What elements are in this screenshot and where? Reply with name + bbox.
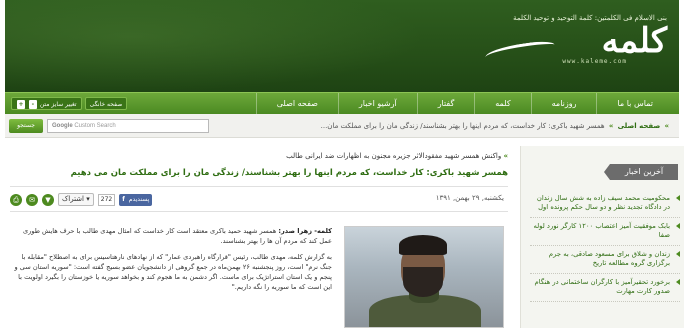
print-icon[interactable]: ⎙ bbox=[10, 193, 22, 206]
related-article-link[interactable]: » واکنش همسر شهید مفقودالاثر جزیره مجنون… bbox=[286, 152, 508, 160]
article-date: یکشنبه, ۲۹ بهمن, ۱۳۹۱ bbox=[435, 194, 504, 202]
nav-item-kaleme[interactable]: کلمه bbox=[474, 93, 530, 115]
share-tools: ⎙ ✉ ▼ اشتراک ▾ 272 f پسندیدم bbox=[10, 193, 153, 206]
nav-item-archive[interactable]: آرشیو اخبار bbox=[337, 93, 417, 115]
search-button[interactable]: جستجو bbox=[9, 119, 43, 133]
nav-item-newspaper[interactable]: روزنامه bbox=[530, 93, 597, 115]
news-item-text: محکومیت محمد سیف زاده به شش سال زندان در… bbox=[536, 194, 670, 211]
facebook-icon: f bbox=[122, 195, 125, 203]
share-count: 272 bbox=[97, 193, 116, 206]
bullet-arrow-icon bbox=[676, 195, 680, 201]
bullet-arrow-icon bbox=[676, 223, 680, 229]
list-item[interactable]: برخورد تحقیرآمیز با کارگران ساختمانی در … bbox=[530, 274, 680, 302]
nav-item-contact[interactable]: تماس با ما bbox=[596, 93, 673, 115]
list-item[interactable]: زندان و شلاق برای مسعود صادقی، به جرم بر… bbox=[530, 246, 680, 274]
breadcrumb-home-link[interactable]: صفحه اصلی bbox=[618, 122, 661, 130]
header-texture bbox=[5, 0, 425, 92]
share-button[interactable]: اشتراک ▾ bbox=[58, 193, 94, 206]
pdf-icon[interactable]: ▼ bbox=[42, 193, 54, 206]
font-decrease-button[interactable]: - bbox=[28, 100, 37, 109]
font-size-control: + - تغییر سایز متن bbox=[11, 97, 82, 110]
breadcrumb-separator-icon: » bbox=[608, 122, 614, 130]
list-item[interactable]: بابک موفقیت آمیز اعتصاب ۱۲۰۰ کارگر نورد … bbox=[530, 218, 680, 246]
news-item-text: برخورد تحقیرآمیز با کارگران ساختمانی در … bbox=[534, 278, 670, 295]
article-paragraph-2: به گزارش کلمه، مهدی طالب، رئیس "قرارگاه … bbox=[14, 253, 332, 291]
article-lead-label: کلمه- زهرا صدر: bbox=[278, 227, 332, 235]
share-label: اشتراک bbox=[62, 195, 84, 203]
google-wordmark: Google bbox=[52, 123, 73, 129]
font-size-label: تغییر سایز متن bbox=[39, 101, 77, 108]
like-label: پسندیدم bbox=[128, 195, 150, 203]
sidebar-title: آخرین اخبار bbox=[604, 164, 678, 180]
search-input[interactable]: Google Custom Search bbox=[47, 119, 209, 133]
bullet-arrow-icon bbox=[676, 279, 680, 285]
search-breadcrumb-bar: جستجو Google Custom Search » صفحه اصلی »… bbox=[5, 114, 679, 138]
facebook-like-button[interactable]: f پسندیدم bbox=[119, 193, 153, 206]
article-meta: یکشنبه, ۲۹ بهمن, ۱۳۹۱ ⎙ ✉ ▼ اشتراک ▾ 272… bbox=[10, 186, 508, 212]
breadcrumb-arrow-icon: » bbox=[664, 122, 669, 130]
font-increase-button[interactable]: + bbox=[17, 100, 25, 109]
set-homepage-button[interactable]: صفحه خانگی bbox=[84, 97, 128, 110]
latest-news-sidebar: آخرین اخبار محکومیت محمد سیف زاده به شش … bbox=[520, 146, 684, 328]
photo-beard-shape bbox=[403, 267, 443, 297]
share-caret-icon: ▾ bbox=[86, 195, 90, 203]
latest-news-list: محکومیت محمد سیف زاده به شش سال زندان در… bbox=[530, 190, 680, 302]
search-placeholder: Custom Search bbox=[74, 123, 116, 129]
nav-items: صفحه اصلی آرشیو اخبار گفتار کلمه روزنامه… bbox=[255, 93, 673, 115]
email-icon[interactable]: ✉ bbox=[26, 193, 38, 206]
breadcrumb-current: همسر شهید باکری: کار خداست، که مردم اینه… bbox=[320, 122, 605, 130]
bullet-arrow-icon bbox=[676, 251, 680, 257]
site-logo[interactable]: بنی الاسلام فی الکلمتین: کلمة التوحید و … bbox=[467, 14, 668, 76]
nav-item-home[interactable]: صفحه اصلی bbox=[255, 93, 338, 115]
site-header: بنی الاسلام فی الکلمتین: کلمة التوحید و … bbox=[5, 0, 679, 92]
main-nav: صفحه اصلی آرشیو اخبار گفتار کلمه روزنامه… bbox=[5, 92, 679, 115]
nav-tools: + - تغییر سایز متن صفحه خانگی bbox=[11, 97, 128, 110]
page: بنی الاسلام فی الکلمتین: کلمة التوحید و … bbox=[0, 0, 684, 328]
photo-hair-shape bbox=[399, 235, 447, 255]
related-article-text: واکنش همسر شهید مفقودالاثر جزیره مجنون ب… bbox=[286, 152, 502, 160]
related-arrow-icon: » bbox=[503, 152, 508, 160]
article-main: » واکنش همسر شهید مفقودالاثر جزیره مجنون… bbox=[10, 146, 508, 328]
article-body: کلمه- زهرا صدر: همسر شهید حمید باکری معت… bbox=[10, 226, 332, 298]
article-paragraph: کلمه- زهرا صدر: همسر شهید حمید باکری معت… bbox=[10, 226, 332, 246]
breadcrumb: » صفحه اصلی » همسر شهید باکری: کار خداست… bbox=[211, 114, 671, 138]
nav-item-speech[interactable]: گفتار bbox=[416, 93, 475, 115]
list-item[interactable]: محکومیت محمد سیف زاده به شش سال زندان در… bbox=[530, 190, 680, 218]
article-title[interactable]: همسر شهید باکری: کار خداست، که مردم اینه… bbox=[71, 168, 508, 178]
news-item-text: بابک موفقیت آمیز اعتصاب ۱۲۰۰ کارگر نورد … bbox=[533, 222, 670, 239]
article-photo bbox=[344, 226, 504, 328]
news-item-text: زندان و شلاق برای مسعود صادقی، به جرم بر… bbox=[548, 250, 670, 267]
